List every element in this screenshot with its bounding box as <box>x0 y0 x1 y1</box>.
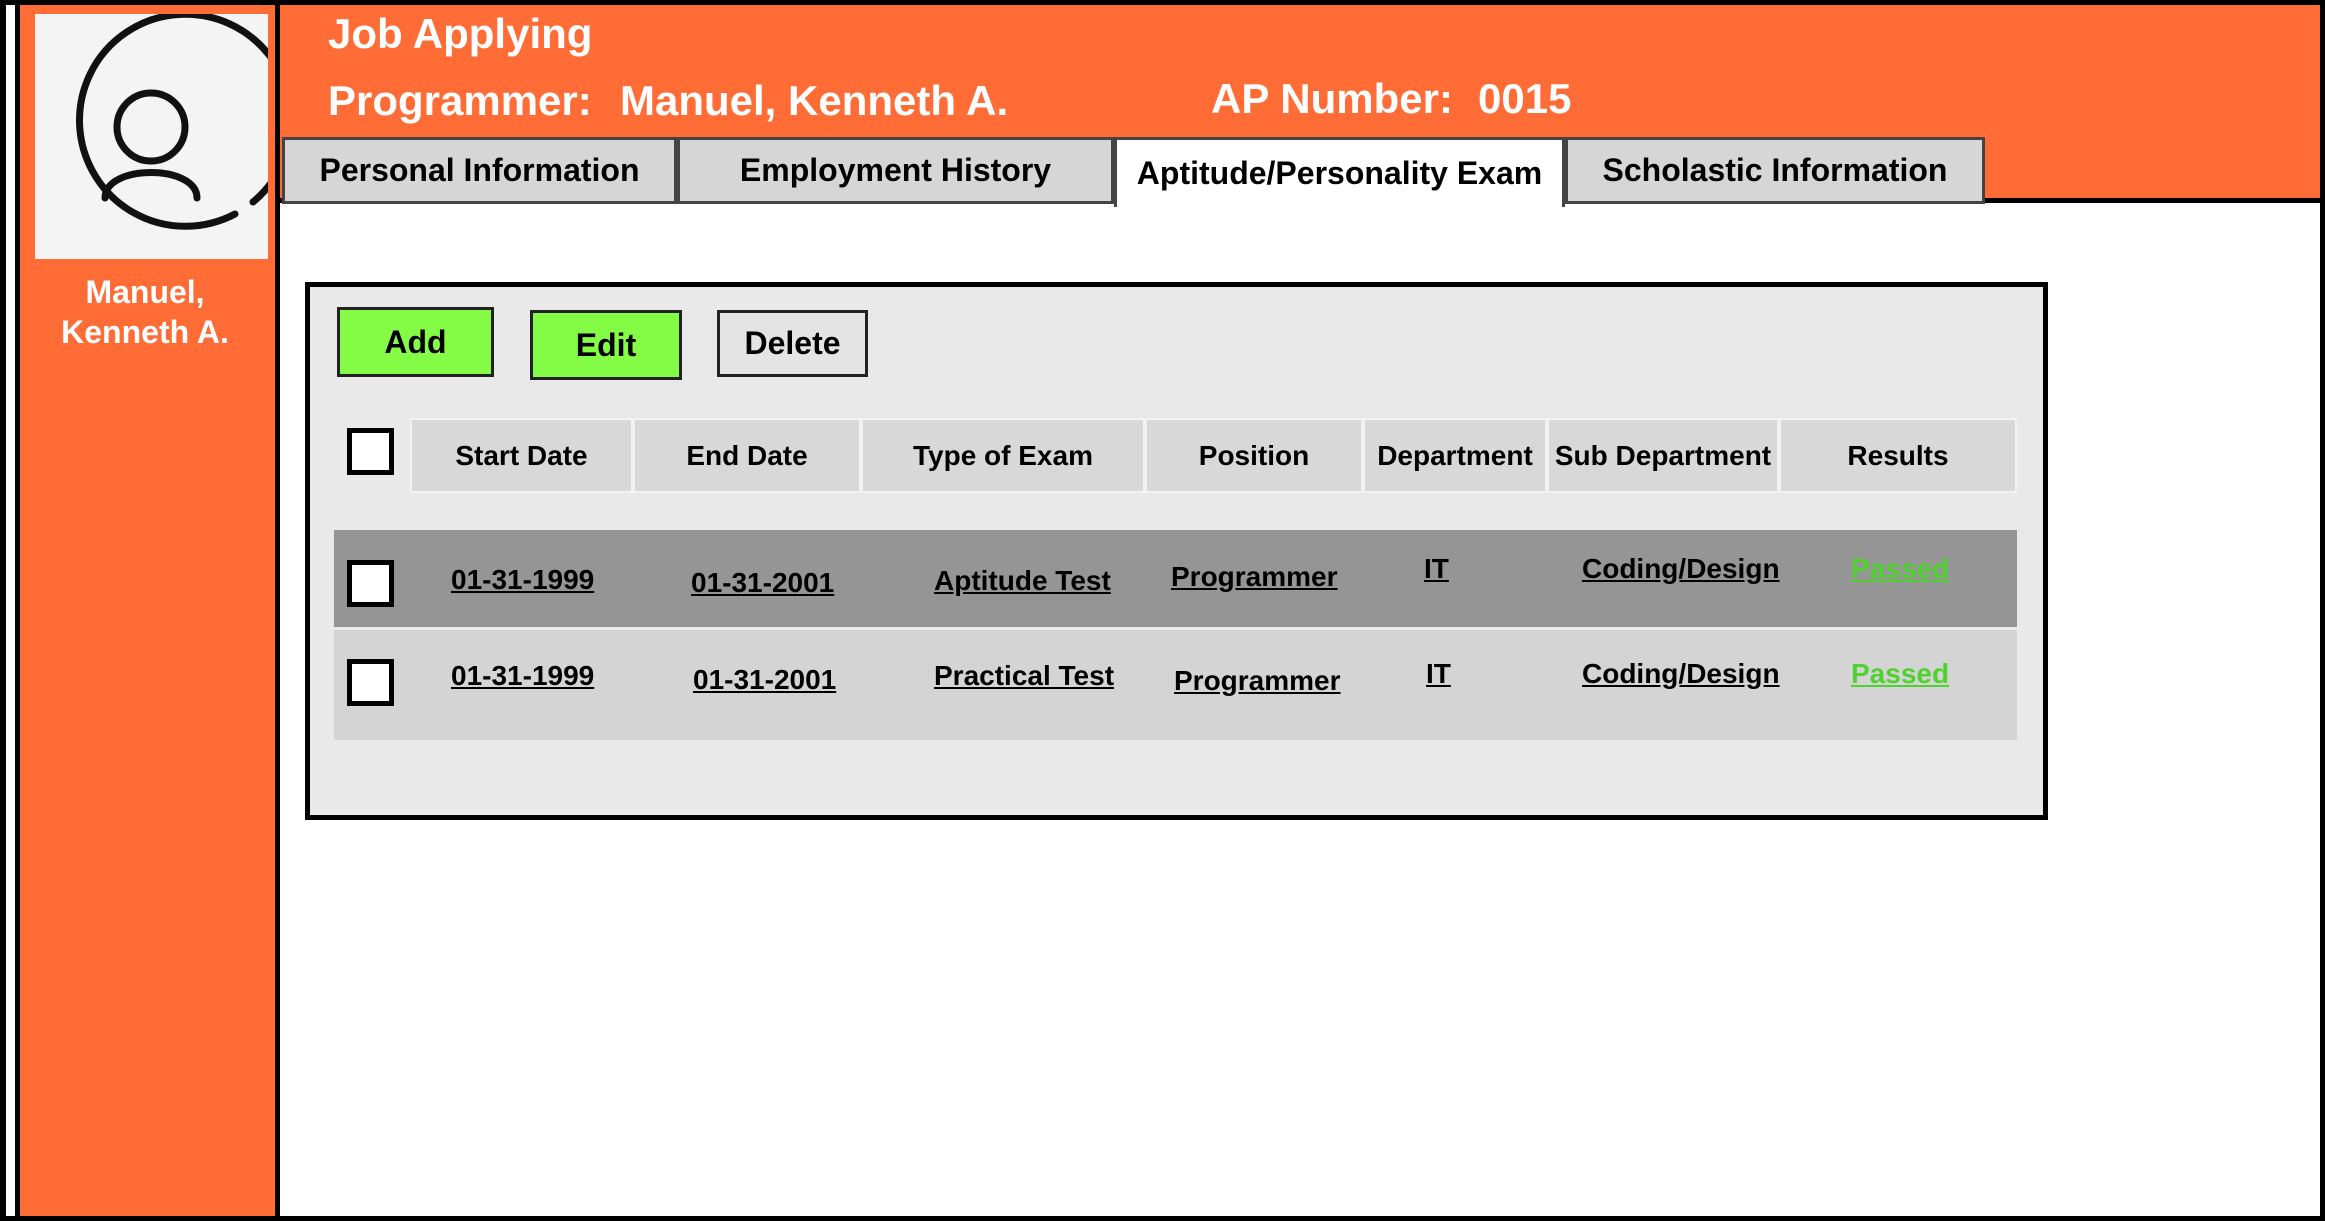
row-sub-department[interactable]: Coding/Design <box>1582 553 1780 585</box>
add-button[interactable]: Add <box>337 307 494 377</box>
programmer-label: Programmer: <box>328 77 592 124</box>
column-header-results: Results <box>1779 418 2017 493</box>
tab-personal-information[interactable]: Personal Information <box>282 137 677 204</box>
programmer-name: Manuel, Kenneth A. <box>620 77 1009 124</box>
sidebar-name-line-1: Manuel, <box>85 274 205 310</box>
avatar[interactable] <box>35 10 296 259</box>
column-header-end-date: End Date <box>633 418 861 493</box>
window-border-bottom <box>0 1216 2325 1221</box>
column-header-department: Department <box>1363 418 1547 493</box>
tab-aptitude-personality-exam[interactable]: Aptitude/Personality Exam <box>1114 137 1565 207</box>
user-avatar-icon <box>76 10 296 230</box>
window-border-left <box>0 0 6 1221</box>
row-department[interactable]: IT <box>1424 553 1449 585</box>
row-result[interactable]: Passed <box>1851 553 1949 585</box>
ap-number-value: 0015 <box>1478 75 1572 122</box>
tab-scholastic-information[interactable]: Scholastic Information <box>1565 137 1985 204</box>
row-exam-type[interactable]: Practical Test <box>934 660 1114 692</box>
column-header-start-date: Start Date <box>410 418 633 493</box>
tab-employment-history[interactable]: Employment History <box>677 137 1114 204</box>
row-end-date[interactable]: 01-31-2001 <box>693 664 836 696</box>
row-position[interactable]: Programmer <box>1171 561 1338 593</box>
sidebar-user-name: Manuel, Kenneth A. <box>20 272 270 352</box>
sidebar-name-line-2: Kenneth A. <box>61 314 229 350</box>
row-end-date[interactable]: 01-31-2001 <box>691 567 834 599</box>
app-title: Job Applying <box>328 10 593 57</box>
column-header-position: Position <box>1145 418 1363 493</box>
select-all-checkbox[interactable] <box>347 428 394 475</box>
ap-number-label: AP Number: <box>1211 75 1453 122</box>
row-result[interactable]: Passed <box>1851 658 1949 690</box>
row-position[interactable]: Programmer <box>1174 665 1341 697</box>
row-start-date[interactable]: 01-31-1999 <box>451 564 594 596</box>
row-checkbox[interactable] <box>347 659 394 706</box>
column-header-type-of-exam: Type of Exam <box>861 418 1145 493</box>
row-checkbox[interactable] <box>347 560 394 607</box>
column-header-sub-department: Sub Department <box>1547 418 1779 493</box>
row-sub-department[interactable]: Coding/Design <box>1582 658 1780 690</box>
delete-button[interactable]: Delete <box>717 310 868 377</box>
row-start-date[interactable]: 01-31-1999 <box>451 660 594 692</box>
edit-button[interactable]: Edit <box>530 310 682 380</box>
row-exam-type[interactable]: Aptitude Test <box>934 565 1111 597</box>
row-department[interactable]: IT <box>1426 658 1451 690</box>
